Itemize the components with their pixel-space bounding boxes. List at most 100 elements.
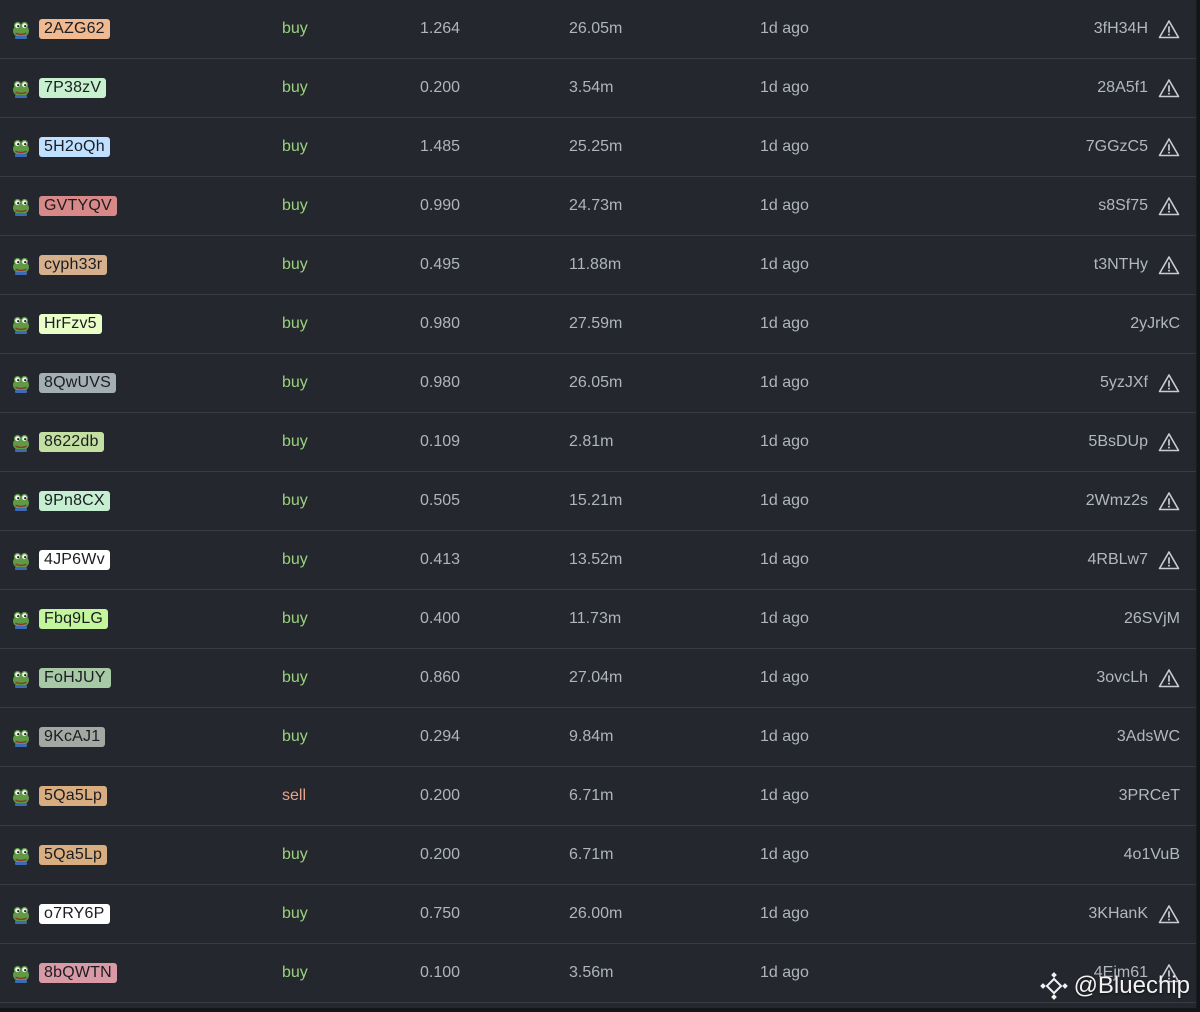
trade-side: buy — [282, 256, 308, 273]
table-row[interactable]: 8QwUVS buy 0.980 26.05m 1d ago 5yzJXf — [0, 354, 1196, 413]
pepe-frog-icon — [11, 373, 31, 393]
token-cell: HrFzv5 — [11, 295, 102, 353]
trader-address-link[interactable]: 4RBLw7 — [1088, 551, 1148, 569]
warning-icon[interactable] — [1158, 668, 1180, 688]
table-row[interactable]: HrFzv5 buy 0.980 27.59m 1d ago 2yJrkC — [0, 295, 1196, 354]
trader-address-link[interactable]: 4o1VuB — [1124, 846, 1180, 864]
token-badge[interactable]: Fbq9LG — [39, 609, 109, 629]
warning-icon[interactable] — [1158, 904, 1180, 924]
table-row[interactable]: 8bQWTN buy 0.100 3.56m 1d ago 4Ejm61 — [0, 944, 1196, 1003]
token-cell: o7RY6P — [11, 885, 110, 943]
token-badge[interactable]: cyph33r — [39, 255, 108, 275]
pepe-frog-icon — [11, 550, 31, 570]
trade-side: buy — [282, 964, 308, 981]
market-cap: 13.52m — [569, 551, 623, 568]
table-row[interactable]: 8622db buy 0.109 2.81m 1d ago 5BsDUp — [0, 413, 1196, 472]
token-badge[interactable]: 7P38zV — [39, 78, 107, 98]
trader-cell: 5BsDUp — [1088, 413, 1180, 471]
trade-time: 1d ago — [760, 728, 809, 745]
trade-time: 1d ago — [760, 256, 809, 273]
token-cell: 4JP6Wv — [11, 531, 110, 589]
table-row[interactable]: cyph33r buy 0.495 11.88m 1d ago t3NTHy — [0, 236, 1196, 295]
market-cap: 15.21m — [569, 492, 623, 509]
trader-address-link[interactable]: t3NTHy — [1094, 256, 1148, 274]
table-row[interactable]: FoHJUY buy 0.860 27.04m 1d ago 3ovcLh — [0, 649, 1196, 708]
token-badge[interactable]: 5H2oQh — [39, 137, 110, 157]
trader-cell: 4RBLw7 — [1088, 531, 1180, 589]
trader-address-link[interactable]: 7GGzC5 — [1086, 138, 1148, 156]
warning-icon[interactable] — [1158, 19, 1180, 39]
token-cell: 5H2oQh — [11, 118, 110, 176]
token-badge[interactable]: 4JP6Wv — [39, 550, 110, 570]
market-cap: 11.88m — [569, 256, 622, 273]
trader-address-link[interactable]: 2Wmz2s — [1086, 492, 1148, 510]
token-badge[interactable]: 8QwUVS — [39, 373, 116, 393]
trader-cell: 7GGzC5 — [1086, 118, 1180, 176]
token-badge[interactable]: o7RY6P — [39, 904, 110, 924]
token-badge[interactable]: 9Pn8CX — [39, 491, 110, 511]
warning-icon[interactable] — [1158, 550, 1180, 570]
token-badge[interactable]: GVTYQV — [39, 196, 117, 216]
market-cap: 27.04m — [569, 669, 623, 686]
table-row[interactable]: 2AZG62 buy 1.264 26.05m 1d ago 3fH34H — [0, 0, 1196, 59]
trader-address-link[interactable]: s8Sf75 — [1098, 197, 1148, 215]
trader-address-link[interactable]: 3PRCeT — [1119, 787, 1180, 805]
warning-icon[interactable] — [1158, 255, 1180, 275]
trader-address-link[interactable]: 2yJrkC — [1130, 315, 1180, 333]
binance-square-logo-icon — [1039, 972, 1068, 1000]
trade-amount: 0.200 — [420, 787, 461, 804]
warning-icon[interactable] — [1158, 491, 1180, 511]
table-row[interactable]: GVTYQV buy 0.990 24.73m 1d ago s8Sf75 — [0, 177, 1196, 236]
trade-time: 1d ago — [760, 79, 809, 96]
table-row[interactable]: 4JP6Wv buy 0.413 13.52m 1d ago 4RBLw7 — [0, 531, 1196, 590]
trade-amount: 0.495 — [420, 256, 461, 273]
trader-address-link[interactable]: 26SVjM — [1124, 610, 1180, 628]
trader-address-link[interactable]: 3fH34H — [1094, 20, 1148, 38]
token-badge[interactable]: 2AZG62 — [39, 19, 110, 39]
table-row[interactable]: Fbq9LG buy 0.400 11.73m 1d ago 26SVjM — [0, 590, 1196, 649]
pepe-frog-icon — [11, 78, 31, 98]
trader-cell: 3AdsWC — [1117, 708, 1180, 766]
table-row[interactable]: 9Pn8CX buy 0.505 15.21m 1d ago 2Wmz2s — [0, 472, 1196, 531]
warning-icon[interactable] — [1158, 196, 1180, 216]
trade-side: buy — [282, 315, 308, 332]
token-cell: 5Qa5Lp — [11, 826, 108, 884]
token-badge[interactable]: 8bQWTN — [39, 963, 117, 983]
table-row[interactable]: 5H2oQh buy 1.485 25.25m 1d ago 7GGzC5 — [0, 118, 1196, 177]
trader-address-link[interactable]: 5BsDUp — [1088, 433, 1148, 451]
pepe-frog-icon — [11, 845, 31, 865]
warning-icon[interactable] — [1158, 373, 1180, 393]
warning-icon[interactable] — [1158, 78, 1180, 98]
warning-icon[interactable] — [1158, 432, 1180, 452]
trade-amount: 0.990 — [420, 197, 461, 214]
trader-address-link[interactable]: 3KHanK — [1088, 905, 1148, 923]
table-row[interactable]: 7P38zV buy 0.200 3.54m 1d ago 28A5f1 — [0, 59, 1196, 118]
trade-side: buy — [282, 374, 308, 391]
token-badge[interactable]: 9KcAJ1 — [39, 727, 106, 747]
trade-side: buy — [282, 197, 308, 214]
table-row[interactable]: 5Qa5Lp sell 0.200 6.71m 1d ago 3PRCeT — [0, 767, 1196, 826]
trader-address-link[interactable]: 3AdsWC — [1117, 728, 1180, 746]
market-cap: 9.84m — [569, 728, 614, 745]
token-cell: 9KcAJ1 — [11, 708, 106, 766]
market-cap: 3.54m — [569, 79, 614, 96]
token-badge[interactable]: 8622db — [39, 432, 104, 452]
pepe-frog-icon — [11, 727, 31, 747]
table-row[interactable]: 9KcAJ1 buy 0.294 9.84m 1d ago 3AdsWC — [0, 708, 1196, 767]
token-badge[interactable]: HrFzv5 — [39, 314, 102, 334]
trade-side: sell — [282, 787, 307, 804]
token-badge[interactable]: 5Qa5Lp — [39, 786, 108, 806]
token-cell: cyph33r — [11, 236, 108, 294]
trade-time: 1d ago — [760, 905, 809, 922]
token-badge[interactable]: 5Qa5Lp — [39, 845, 108, 865]
warning-icon[interactable] — [1158, 137, 1180, 157]
trade-amount: 0.109 — [420, 433, 461, 450]
market-cap: 6.71m — [569, 787, 614, 804]
trader-address-link[interactable]: 28A5f1 — [1097, 79, 1148, 97]
token-badge[interactable]: FoHJUY — [39, 668, 111, 688]
trader-address-link[interactable]: 5yzJXf — [1100, 374, 1148, 392]
table-row[interactable]: 5Qa5Lp buy 0.200 6.71m 1d ago 4o1VuB — [0, 826, 1196, 885]
table-row[interactable]: o7RY6P buy 0.750 26.00m 1d ago 3KHanK — [0, 885, 1196, 944]
trade-amount: 1.264 — [420, 20, 461, 37]
trader-address-link[interactable]: 3ovcLh — [1096, 669, 1148, 687]
